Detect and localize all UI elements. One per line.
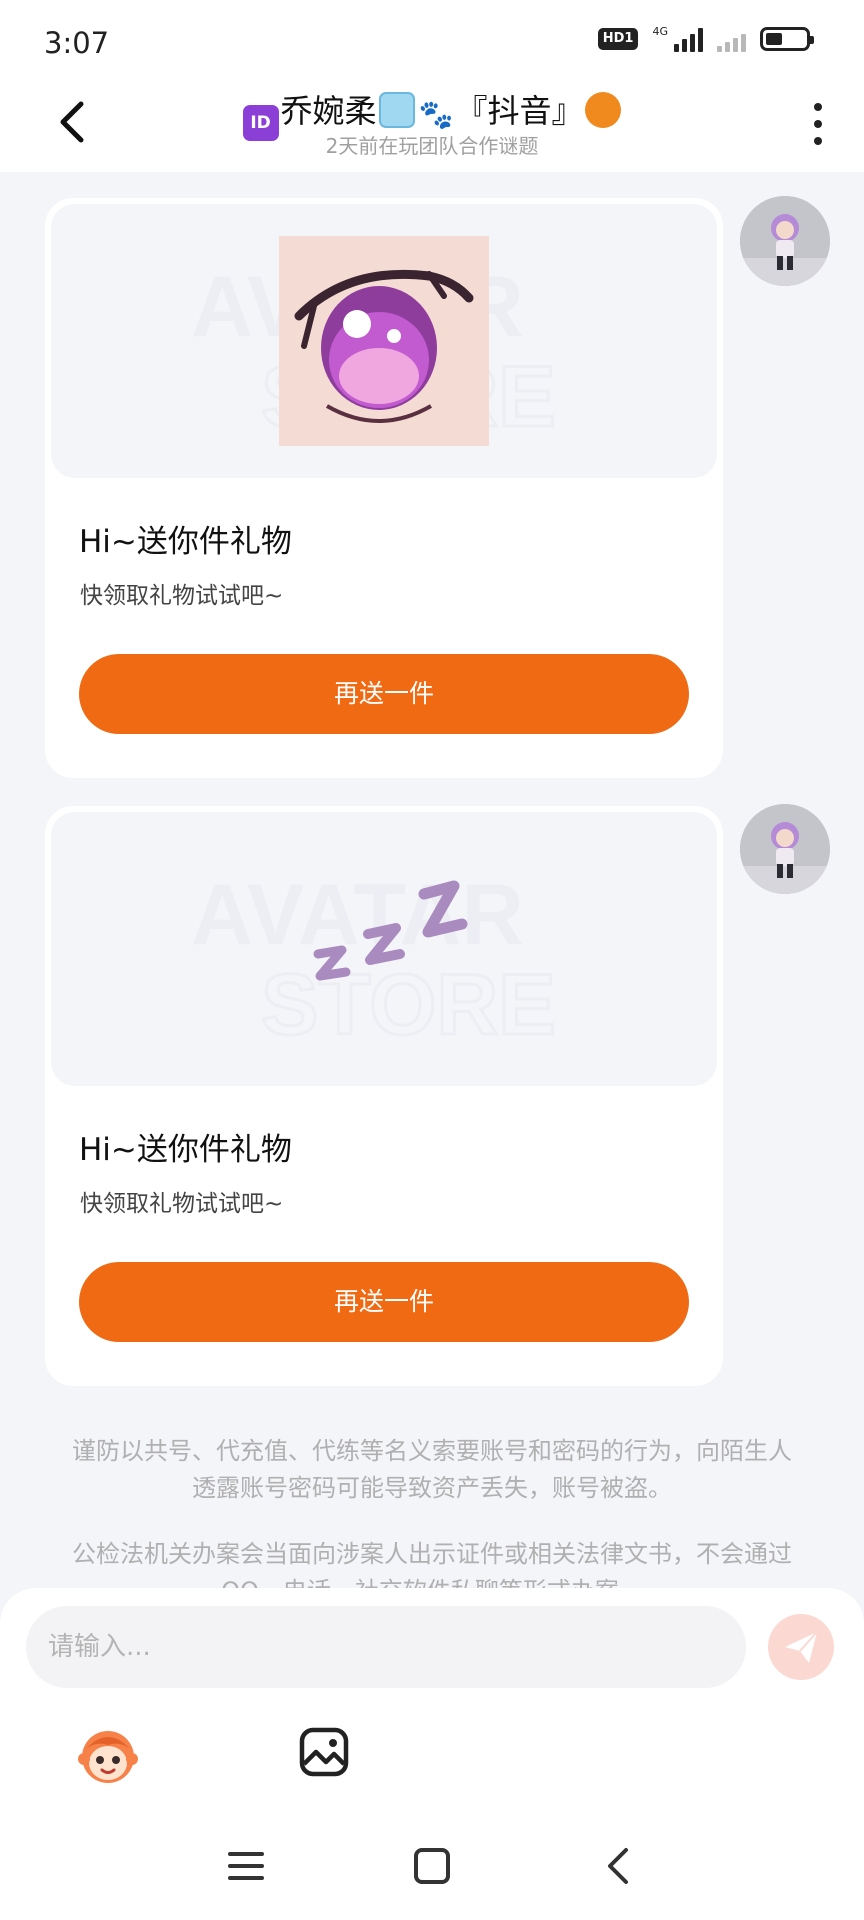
more-vertical-icon (814, 103, 822, 111)
gift-message-description: 快领取礼物试试吧~ (80, 583, 284, 609)
chat-title-name: 乔婉柔 (280, 92, 377, 130)
menu-icon (228, 1852, 264, 1880)
ice-cube-emoji-icon (378, 92, 415, 128)
nav-home-button[interactable] (412, 1846, 452, 1886)
send-button[interactable] (768, 1614, 834, 1680)
zzz-sleep-sticker (313, 880, 468, 981)
network-type-label: 4G (652, 25, 668, 38)
signal-weak-icon (717, 26, 746, 52)
emoji-button[interactable] (76, 1723, 140, 1787)
chevron-left-icon (60, 101, 84, 143)
back-triangle-icon (608, 1848, 628, 1884)
anime-eye-sticker (279, 236, 489, 446)
send-again-button[interactable]: 再送一件 (79, 1262, 689, 1342)
more-options-button[interactable] (798, 96, 838, 152)
angry-face-emoji-icon (585, 92, 622, 128)
gift-message-title: Hi~送你件礼物 (79, 524, 292, 560)
image-picker-button[interactable] (296, 1724, 352, 1780)
sender-avatar[interactable] (740, 804, 830, 894)
message-input[interactable] (26, 1606, 746, 1688)
chat-header: ID 乔婉柔 🐾『抖音』 2天前在玩团队合作谜题 (0, 80, 864, 172)
emoji-face-icon (78, 1731, 138, 1783)
gift-message-description: 快领取礼物试试吧~ (80, 1191, 284, 1217)
avatar-image (740, 804, 830, 894)
avatar-image (740, 196, 830, 286)
hd-badge: HD1 (597, 28, 639, 50)
gift-message-title: Hi~送你件礼物 (79, 1132, 292, 1168)
chat-title-suffix: 『抖音』 (455, 92, 584, 130)
status-time: 3:07 (44, 26, 110, 60)
paper-plane-icon (785, 1631, 818, 1663)
gift-message-card: AVATAR STORE Hi~送你件礼物 快领取礼物试试吧~ 再送一件 (45, 806, 723, 1386)
image-icon (299, 1727, 349, 1777)
gift-preview[interactable]: AVATAR STORE (51, 204, 717, 478)
safety-notice: 谨防以共号、代充值、代练等名义索要账号和密码的行为，向陌生人透露账号密码可能导致… (72, 1437, 792, 1502)
nav-menu-button[interactable] (226, 1848, 266, 1884)
chat-subtitle: 2天前在玩团队合作谜题 (325, 134, 539, 158)
status-icons: HD1 4G (597, 25, 814, 52)
nav-back-button[interactable] (600, 1844, 636, 1888)
gift-preview[interactable]: AVATAR STORE (51, 812, 717, 1086)
paw-prints-emoji-icon: 🐾 (418, 98, 454, 131)
home-square-icon (414, 1848, 450, 1884)
signal-strength-icon (674, 26, 703, 52)
send-again-button[interactable]: 再送一件 (79, 654, 689, 734)
sender-avatar[interactable] (740, 196, 830, 286)
gift-message-card: AVATAR STORE Hi~送你件礼物 快领取礼物试试吧~ 再送一件 (45, 198, 723, 778)
back-button[interactable] (44, 94, 100, 150)
battery-icon (760, 27, 814, 51)
status-bar: 3:07 HD1 4G (0, 0, 864, 80)
